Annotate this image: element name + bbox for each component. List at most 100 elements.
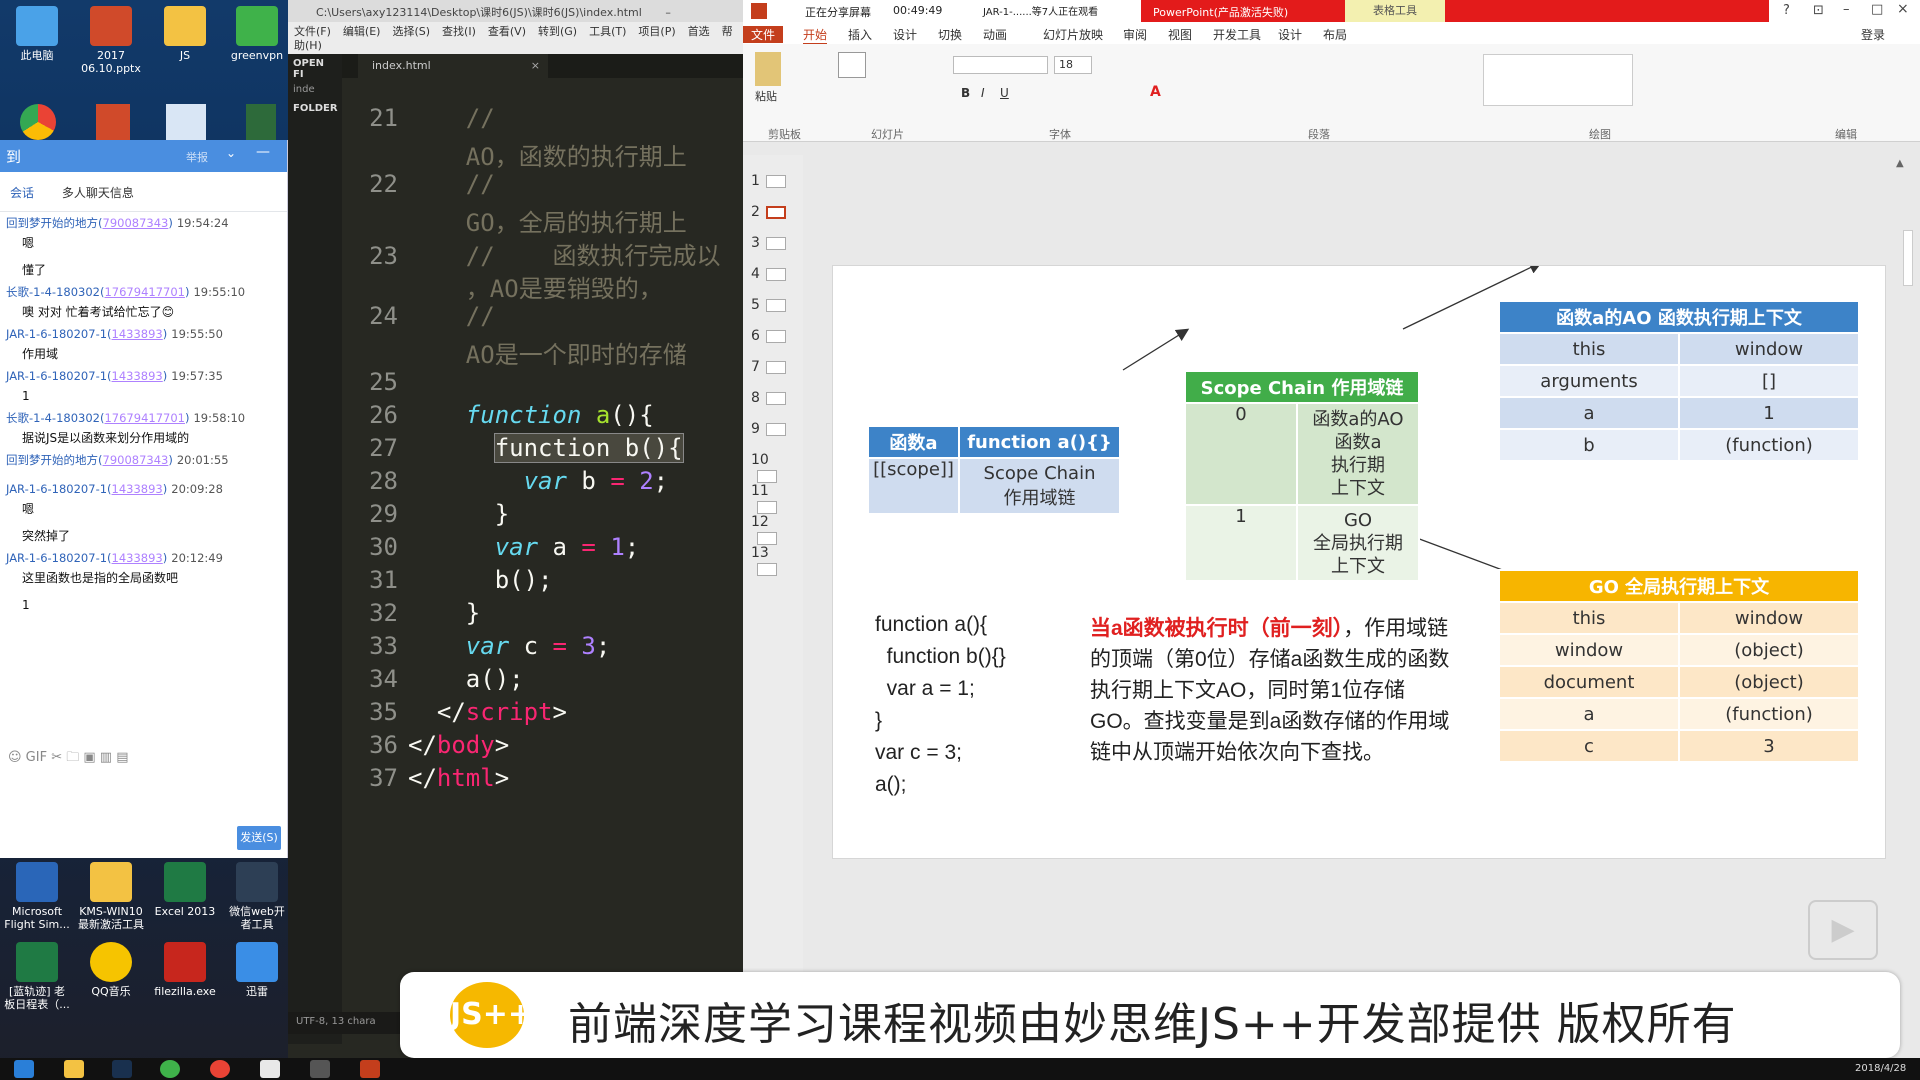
font-size-input[interactable]: 18 (1054, 56, 1092, 74)
desktop-icon-filezilla[interactable]: filezilla.exe (150, 942, 220, 998)
ribbon-tab[interactable]: 设计 (1278, 26, 1302, 43)
ribbon-tab[interactable]: 切换 (938, 26, 962, 43)
desktop-icon-excel[interactable]: Excel 2013 (150, 862, 220, 918)
scroll-up-icon[interactable]: ▲ (1896, 158, 1904, 169)
play-icon[interactable]: ▶ (1808, 900, 1878, 960)
chrome-icon[interactable] (210, 1060, 230, 1078)
slide-thumbnail[interactable]: 10 (751, 452, 791, 484)
minimize-icon[interactable]: – (665, 6, 671, 19)
chevron-down-icon[interactable]: ⌄ (226, 146, 236, 160)
pen-tool-icon[interactable] (246, 104, 276, 140)
photoshop-icon[interactable] (112, 1060, 132, 1078)
italic-button[interactable]: I (981, 86, 985, 100)
report-link[interactable]: 举报 (186, 149, 208, 165)
sender-name[interactable]: 回到梦开始的地方 (6, 453, 98, 467)
tab-group-info[interactable]: 多人聊天信息 (62, 186, 134, 200)
menu-item[interactable]: 转到(G) (538, 25, 577, 38)
ribbon-tab[interactable]: 幻灯片放映 (1043, 26, 1103, 43)
ribbon-display-icon[interactable]: ⊡ (1813, 3, 1824, 18)
app-icon[interactable] (160, 1060, 180, 1078)
sender-name[interactable]: 长歌-1-4-180302 (6, 411, 100, 425)
desktop-icon-xunlei[interactable]: 迅雷 (222, 942, 292, 998)
minimize-icon[interactable]: – (1843, 2, 1850, 17)
sender-name[interactable]: 长歌-1-4-180302 (6, 285, 100, 299)
desktop-icon-pptx[interactable]: 2017 06.10.pptx (76, 6, 146, 75)
tab-conversation[interactable]: 会话 (10, 186, 34, 200)
font-name-input[interactable] (953, 56, 1048, 74)
slide-thumbnail[interactable]: 7 (751, 359, 791, 375)
sender-name[interactable]: JAR-1-6-180207-1 (6, 482, 107, 496)
close-icon[interactable]: × (531, 59, 540, 72)
menu-item[interactable]: 编辑(E) (343, 25, 381, 38)
powerpoint-icon[interactable] (360, 1060, 380, 1078)
slide-thumbnail[interactable]: 12 (751, 514, 791, 546)
slide-thumbnail[interactable]: 8 (751, 390, 791, 406)
app-window-icon[interactable] (166, 104, 206, 140)
sender-id[interactable]: 17679417701 (104, 411, 184, 425)
underline-button[interactable]: U (1000, 86, 1009, 100)
ribbon-tab[interactable]: 动画 (983, 26, 1007, 43)
sublime-icon[interactable] (310, 1060, 330, 1078)
desktop-icon-js-folder[interactable]: JS (150, 6, 220, 62)
ribbon-tab[interactable]: 开发工具 (1213, 26, 1261, 43)
menu-item[interactable]: 选择(S) (392, 25, 430, 38)
menu-item[interactable]: 首选 (688, 25, 710, 38)
desktop-icon-qqmusic[interactable]: QQ音乐 (76, 942, 146, 998)
slide-thumbnail[interactable]: 1 (751, 173, 791, 189)
sender-id[interactable]: 1433893 (112, 482, 163, 496)
sender-id[interactable]: 790087343 (103, 453, 169, 467)
slide-thumbnail[interactable]: 3 (751, 235, 791, 251)
login-link[interactable]: 登录 (1861, 26, 1885, 43)
open-file-item[interactable]: inde (293, 84, 337, 95)
menu-item[interactable]: 工具(T) (589, 25, 626, 38)
menu-item[interactable]: 文件(F) (294, 25, 331, 38)
menu-item[interactable]: 查找(I) (442, 25, 476, 38)
desktop-icon-kms[interactable]: KMS-WIN10 最新激活工具 (76, 862, 146, 931)
sender-id[interactable]: 1433893 (112, 327, 163, 341)
minimize-icon[interactable]: — (256, 144, 270, 160)
close-icon[interactable]: × (1897, 1, 1909, 17)
app-icon[interactable] (260, 1060, 280, 1078)
send-button[interactable]: 发送(S) (237, 826, 281, 850)
windows-start-icon[interactable] (14, 1060, 34, 1078)
slide-thumbnail[interactable]: 2 (751, 204, 791, 220)
sender-id[interactable]: 790087343 (103, 216, 169, 230)
paste-icon[interactable] (755, 52, 781, 86)
slide-thumbnail[interactable]: 11 (751, 483, 791, 515)
sender-id[interactable]: 17679417701 (104, 285, 184, 299)
slide-thumbnail[interactable]: 5 (751, 297, 791, 313)
shapes-gallery[interactable] (1483, 54, 1633, 106)
chrome-icon[interactable] (20, 104, 56, 140)
slide-thumbnail[interactable]: 13 (751, 545, 791, 577)
slide-canvas[interactable]: 函数a function a(){} [[scope]] Scope Chain 作… (832, 265, 1886, 859)
font-color-button[interactable]: A (1150, 84, 1161, 100)
menu-item[interactable]: 查看(V) (488, 25, 526, 38)
tab-index-html[interactable]: index.html × (358, 54, 548, 78)
slide-thumbnail[interactable]: 4 (751, 266, 791, 282)
desktop-icon-flight-sim[interactable]: Microsoft Flight Sim... (2, 862, 72, 931)
slide-thumbnail[interactable]: 6 (751, 328, 791, 344)
sender-name[interactable]: JAR-1-6-180207-1 (6, 369, 107, 383)
chat-toolbar[interactable]: ☺ GIF ✂ 🗀 ▣ ▥ ▤ (0, 746, 288, 770)
ribbon-tab[interactable]: 设计 (893, 26, 917, 43)
help-icon[interactable]: ? (1783, 3, 1790, 18)
ribbon-tab[interactable]: 视图 (1168, 26, 1192, 43)
ribbon-tab[interactable]: 布局 (1323, 26, 1347, 43)
menu-item[interactable]: 项目(P) (638, 25, 675, 38)
desktop-icon-schedule[interactable]: [蓝轨迹] 老 板日程表（... (2, 942, 72, 1011)
slide-thumbnail[interactable]: 9 (751, 421, 791, 437)
sender-name[interactable]: JAR-1-6-180207-1 (6, 327, 107, 341)
maximize-icon[interactable]: □ (1871, 2, 1883, 17)
sender-name[interactable]: 回到梦开始的地方 (6, 216, 98, 230)
desktop-icon-wechat-devtools[interactable]: 微信web开 者工具 (222, 862, 292, 931)
ribbon-tab[interactable]: 审阅 (1123, 26, 1147, 43)
pptx-file-icon[interactable] (96, 104, 130, 140)
bold-button[interactable]: B (961, 86, 970, 100)
sender-id[interactable]: 1433893 (112, 551, 163, 565)
desktop-icon-greenvpn[interactable]: greenvpn (222, 6, 292, 62)
new-slide-icon[interactable] (838, 52, 866, 78)
file-explorer-icon[interactable] (64, 1060, 84, 1078)
ribbon-tab[interactable]: 开始 (803, 26, 828, 45)
desktop-icon-this-pc[interactable]: 此电脑 (2, 6, 72, 62)
ribbon-tab[interactable]: 插入 (848, 26, 872, 43)
